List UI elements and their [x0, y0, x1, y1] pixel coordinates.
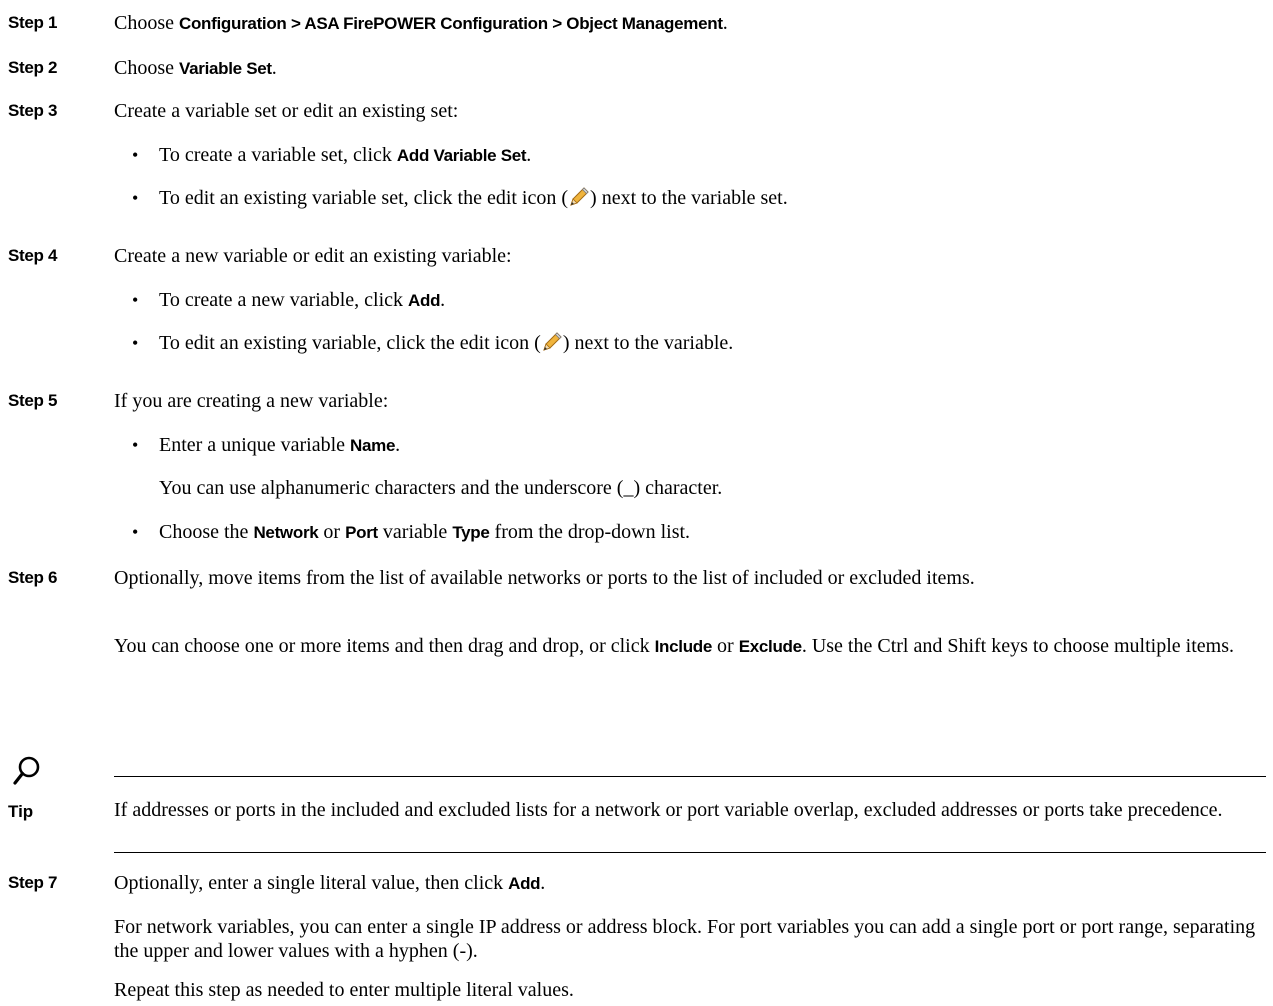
tip-label: Tip: [8, 802, 34, 821]
step-text: Optionally, enter a single literal value…: [114, 872, 546, 894]
step-text: If you are creating a new variable:: [114, 390, 389, 412]
bullet-icon: •: [132, 188, 139, 208]
step-text: Choose Configuration > ASA FirePOWER Con…: [114, 12, 728, 34]
paragraph: You can choose one or more items and the…: [114, 635, 1234, 657]
paragraph: For network variables, you can enter a s…: [114, 916, 1256, 962]
bullet-icon: •: [132, 522, 139, 542]
bullet-icon: •: [132, 145, 139, 165]
menu-path: Configuration > ASA FirePOWER Configurat…: [179, 14, 723, 33]
step-label: Step 7: [8, 873, 58, 892]
tip-bottom-rule: [114, 852, 1266, 853]
step-text: Optionally, move items from the list of …: [114, 567, 975, 589]
step-label: Step 5: [8, 391, 58, 410]
bullet-icon: •: [132, 333, 139, 353]
step-label: Step 4: [8, 246, 58, 265]
step-label: Step 6: [8, 568, 58, 587]
pencil-edit-icon: [543, 332, 562, 351]
paragraph: Repeat this step as needed to enter mult…: [114, 979, 574, 1001]
bullet-icon: •: [132, 290, 139, 310]
note-text: You can use alphanumeric characters and …: [159, 477, 723, 499]
step-label: Step 2: [8, 58, 58, 77]
step-label: Step 1: [8, 13, 58, 32]
step-text: Create a new variable or edit an existin…: [114, 245, 512, 267]
magnifier-tip-icon: [13, 756, 40, 785]
step-label: Step 3: [8, 101, 58, 120]
pencil-edit-icon: [570, 187, 589, 206]
tip-top-rule: [114, 776, 1266, 777]
step-text: Choose Variable Set.: [114, 57, 277, 79]
document-page: Step 1 Choose Configuration > ASA FirePO…: [0, 0, 1273, 1006]
bullet-icon: •: [132, 435, 139, 455]
tip-text: If addresses or ports in the included an…: [114, 799, 1223, 821]
step-text: Create a variable set or edit an existin…: [114, 100, 459, 122]
